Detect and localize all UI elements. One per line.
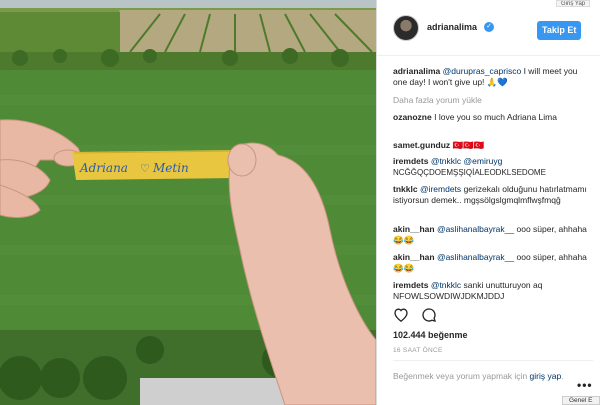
comment-mention[interactable]: @aslihanalbayrak__ [437, 224, 514, 234]
like-count[interactable]: 102.444 beğenme [393, 330, 468, 340]
post-photo[interactable]: Adriana ♡ Metin [0, 0, 376, 405]
top-login-button[interactable]: Giriş Yap [556, 0, 591, 7]
comment-item: akin__han @aslihanalbayrak__ ooo süper, … [393, 252, 589, 274]
avatar[interactable] [393, 15, 419, 41]
comment-username[interactable]: iremdets [393, 280, 428, 290]
blue-heart-icon: 💙 [497, 77, 508, 87]
comment-item: iremdets @tnkklc sanki unutturuyon aq NF… [393, 280, 589, 302]
verified-badge-icon: ✓ [484, 22, 494, 32]
comment-text: 🇹🇷🇹🇷🇹🇷 [452, 140, 485, 150]
comment-username[interactable]: ozanozne [393, 112, 432, 122]
comment-item: iremdets @tnkklc @emiruyg NCĞĞQÇDOEMŞŞIQ… [393, 156, 589, 178]
comment-bubble-icon[interactable] [421, 307, 437, 328]
bottom-tab[interactable]: Genel E [562, 396, 600, 405]
comment-item: akin__han @aslihanalbayrak__ ooo süper, … [393, 224, 589, 246]
pray-hands-icon: 🙏 [486, 77, 498, 87]
caption-username[interactable]: adrianalima [393, 66, 440, 76]
post-timestamp: 16 SAAT ÖNCE [393, 347, 443, 354]
comment-mention[interactable]: @aslihanalbayrak__ [437, 252, 514, 262]
comment-username[interactable]: akin__han [393, 252, 435, 262]
comment-item: ozanozne I love you so much Adriana Lima [393, 112, 589, 123]
tape-name-2: Metin [152, 161, 189, 175]
login-prompt: Beğenmek veya yorum yapmak için giriş ya… [393, 370, 573, 382]
comment-mention[interactable]: @tnkklc [431, 280, 461, 290]
tape-heart-icon: ♡ [140, 163, 150, 175]
comment-username[interactable]: iremdets [393, 156, 428, 166]
comment-item: tnkklc @iremdets gerizekalı olduğunu hat… [393, 184, 589, 206]
load-more-comments[interactable]: Daha fazla yorum yükle [393, 95, 589, 106]
comment-text: I love you so much Adriana Lima [434, 112, 557, 122]
post-header: adrianalima ✓ Takip Et [377, 0, 600, 56]
more-options-icon[interactable]: ••• [577, 378, 593, 392]
tape-name-1: Adriana [79, 161, 128, 175]
login-prompt-text: Beğenmek veya yorum yapmak için [393, 371, 528, 381]
caption-mention[interactable]: @durupras_caprisco [443, 66, 522, 76]
post-actions [393, 306, 593, 326]
instagram-post-window: Adriana ♡ Metin adrianalima ✓ Takip Et a… [0, 0, 600, 405]
post-details-panel: adrianalima ✓ Takip Et adrianalima @duru… [376, 0, 600, 405]
comment-username[interactable]: akin__han [393, 224, 435, 234]
comment-mention[interactable]: @tnkklc @emiruyg [431, 156, 503, 166]
post-username[interactable]: adrianalima [427, 22, 477, 32]
login-link[interactable]: giriş yap [530, 371, 562, 381]
comment-username[interactable]: samet.gunduz [393, 140, 450, 150]
comment-mention[interactable]: @iremdets [420, 184, 461, 194]
like-heart-icon[interactable] [393, 307, 409, 327]
follow-button[interactable]: Takip Et [537, 21, 582, 40]
divider [393, 360, 593, 361]
comment-item: samet.gunduz 🇹🇷🇹🇷🇹🇷 [393, 140, 589, 151]
login-prompt-suffix: . [561, 371, 564, 381]
photo-illustration: Adriana ♡ Metin [0, 0, 376, 405]
caption: adrianalima @durupras_caprisco I will me… [393, 66, 589, 88]
comment-text: NCĞĞQÇDOEMŞŞIQİALEODKLSEDOME [393, 168, 546, 177]
comment-username[interactable]: tnkklc [393, 184, 418, 194]
